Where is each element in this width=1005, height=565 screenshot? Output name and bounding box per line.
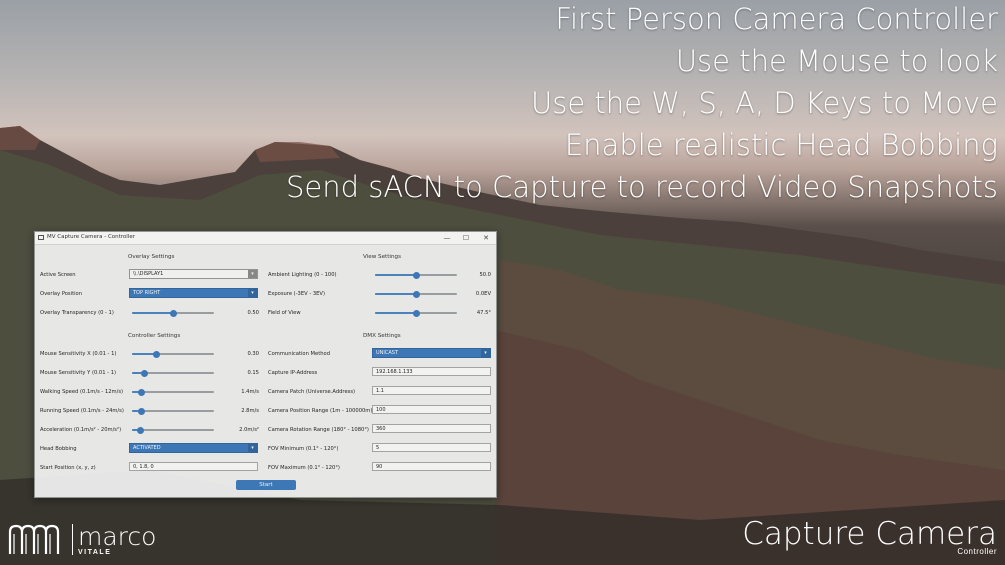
slider-knob[interactable] [137, 407, 145, 415]
headline-keys: Use the W, S, A, D Keys to Move [531, 86, 998, 120]
exposure-slider[interactable] [375, 290, 457, 298]
slider-value: 0.0EV [475, 291, 491, 297]
capture-ip-input[interactable]: 192.168.1.133 [372, 367, 491, 376]
running-speed-slider[interactable] [132, 407, 214, 415]
mouse-sensitivity-y-slider[interactable] [132, 369, 214, 377]
slider-knob[interactable] [153, 350, 161, 358]
slider-value: 47.5° [476, 310, 491, 316]
slider-label: Running Speed (0.1m/s - 24m/s) [40, 408, 124, 414]
slider-knob[interactable] [412, 309, 420, 317]
minimize-button[interactable]: — [440, 233, 454, 243]
ambient-lighting-slider[interactable] [375, 271, 457, 279]
window-titlebar[interactable]: MV Capture Camera - Controller — ☐ ✕ [35, 232, 496, 245]
mouse-sensitivity-x-slider[interactable] [132, 350, 214, 358]
walking-speed-slider[interactable] [132, 388, 214, 396]
slider-label: Acceleration (0.1m/s² - 20m/s²) [40, 427, 122, 433]
app-icon [38, 235, 44, 240]
overlay-transparency-slider[interactable] [132, 309, 214, 317]
headline-mouse: Use the Mouse to look [675, 44, 998, 78]
chevron-down-icon: ▾ [248, 444, 257, 452]
slider-knob[interactable] [137, 388, 145, 396]
head-bobbing-select[interactable]: ACTIVATED ▾ [129, 443, 258, 453]
overlay-transparency-label: Overlay Transparency (0 - 1) [40, 310, 114, 316]
field-label: Camera Rotation Range (180° - 1080°) [268, 427, 369, 433]
maximize-button[interactable]: ☐ [459, 233, 473, 243]
slider-fill [375, 274, 416, 276]
slider-label: Mouse Sensitivity Y (0.01 - 1) [40, 370, 117, 376]
overlay-transparency-value: 0.50 [247, 310, 259, 316]
overlay-position-label: Overlay Position [40, 291, 83, 297]
communication-method-value: UNICAST [376, 350, 399, 356]
acceleration-slider[interactable] [132, 426, 214, 434]
field-label: FOV Minimum (0.1° - 120°) [268, 446, 339, 452]
active-screen-select[interactable]: \\.\DISPLAY1 ▾ [129, 269, 258, 279]
headline-title: First Person Camera Controller [555, 2, 998, 36]
slider-knob[interactable] [136, 426, 144, 434]
slider-label: Walking Speed (0.1m/s - 12m/s) [40, 389, 124, 395]
chevron-down-icon: ▾ [248, 270, 257, 278]
fov-minimum-input[interactable]: 5 [372, 443, 491, 452]
slider-knob[interactable] [412, 290, 420, 298]
close-button[interactable]: ✕ [479, 233, 493, 243]
marco-vitale-logo: marco VITALE [8, 522, 158, 558]
slider-fill [375, 312, 416, 314]
chevron-down-icon: ▾ [248, 289, 257, 297]
fov-maximum-input[interactable]: 90 [372, 462, 491, 471]
camera-position-range-input[interactable]: 100 [372, 405, 491, 414]
overlay-settings-heading: Overlay Settings [128, 254, 175, 260]
slider-label: Exposure (-3EV - 3EV) [268, 291, 326, 297]
headline-sacn: Send sACN to Capture to record Video Sna… [285, 170, 998, 204]
headline-bobbing: Enable realistic Head Bobbing [564, 128, 998, 162]
head-bobbing-value: ACTIVATED [133, 445, 161, 451]
logo-separator [72, 524, 73, 555]
slider-value: 2.0m/s² [239, 427, 259, 433]
field-label: Camera Patch (Universe.Address) [268, 389, 356, 395]
field-label: Camera Position Range (1m - 100000m) [268, 408, 373, 414]
camera-patch-input[interactable]: 1.1 [372, 386, 491, 395]
field-label: Capture IP-Address [268, 370, 318, 376]
slider-label: Mouse Sensitivity X (0.01 - 1) [40, 351, 117, 357]
slider-value: 0.30 [247, 351, 259, 357]
slider-value: 2.8m/s [241, 408, 259, 414]
field-of-view-slider[interactable] [375, 309, 457, 317]
field-label: FOV Maximum (0.1° - 120°) [268, 465, 340, 471]
overlay-position-value: TOP RIGHT [133, 290, 161, 296]
window-title: MV Capture Camera - Controller [47, 234, 135, 240]
dmx-settings-heading: DMX Settings [363, 333, 401, 339]
view-settings-heading: View Settings [363, 254, 401, 260]
overlay-position-select[interactable]: TOP RIGHT ▾ [129, 288, 258, 298]
slider-knob[interactable] [169, 309, 177, 317]
head-bobbing-label: Head Bobbing [40, 446, 77, 452]
slider-knob[interactable] [140, 369, 148, 377]
slider-label: Ambient Lighting (0 - 100) [268, 272, 337, 278]
active-screen-label: Active Screen [40, 272, 76, 278]
logo-name: marco [78, 522, 157, 551]
slider-fill [375, 293, 416, 295]
chevron-down-icon: ▾ [481, 349, 490, 357]
camera-rotation-range-input[interactable]: 360 [372, 424, 491, 433]
controller-settings-heading: Controller Settings [128, 333, 181, 339]
slider-label: Field of View [268, 310, 301, 316]
slider-value: 50.0 [479, 272, 491, 278]
logo-subtitle: VITALE [78, 549, 112, 556]
slider-knob[interactable] [412, 271, 420, 279]
slider-fill [132, 312, 173, 314]
start-button[interactable]: Start [236, 480, 296, 490]
slider-value: 1.4m/s [241, 389, 259, 395]
communication-method-label: Communication Method [268, 351, 330, 357]
controller-window: MV Capture Camera - Controller — ☐ ✕ Ove… [34, 231, 497, 498]
start-position-label: Start Position (x, y, z) [40, 465, 96, 471]
brand-block: Capture Camera Controller [742, 516, 997, 556]
active-screen-value: \\.\DISPLAY1 [133, 271, 164, 277]
communication-method-select[interactable]: UNICAST ▾ [372, 348, 491, 358]
start-position-input[interactable]: 0, 1.8, 0 [129, 462, 258, 471]
mv-logo-icon [8, 524, 60, 554]
slider-value: 0.15 [247, 370, 259, 376]
